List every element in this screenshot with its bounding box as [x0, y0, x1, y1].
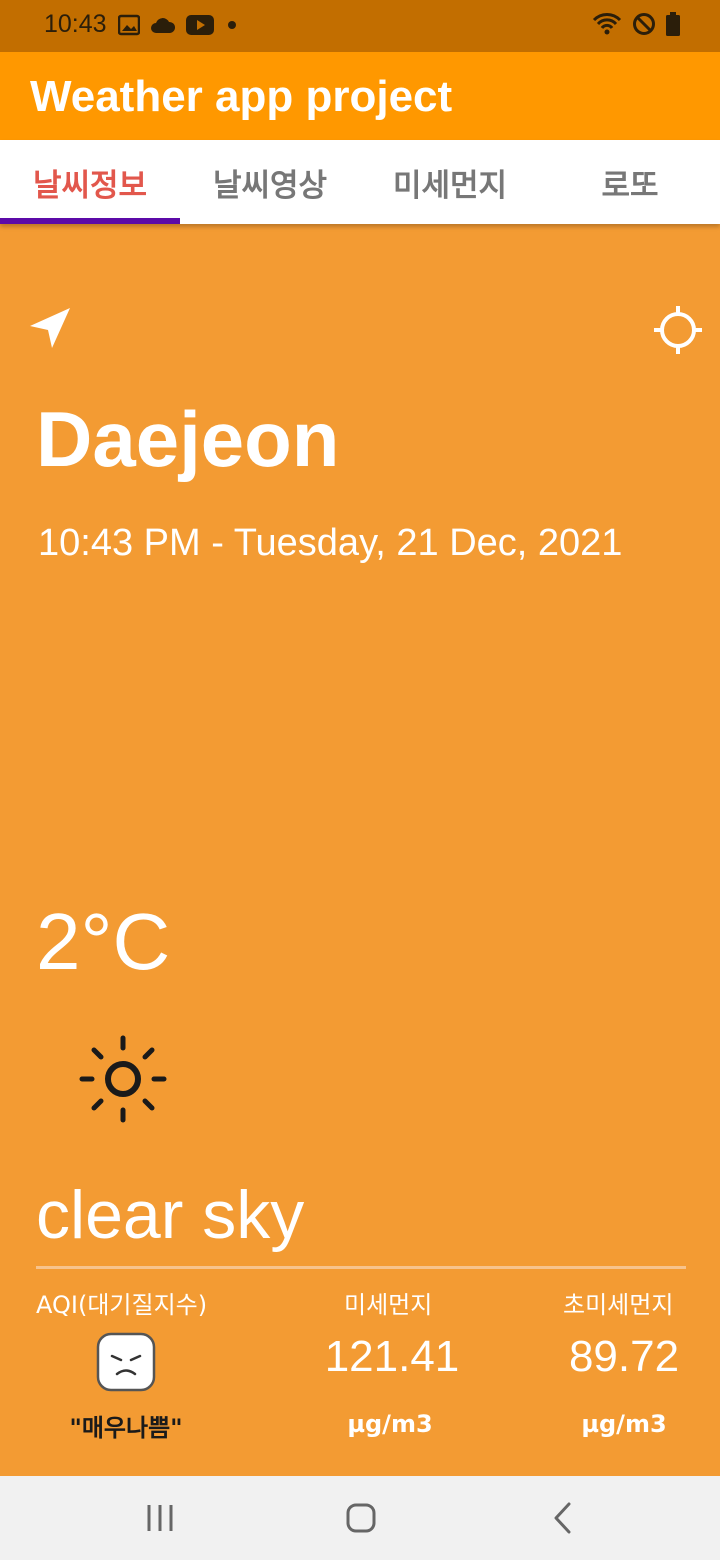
divider — [36, 1266, 686, 1269]
gps-crosshair-icon[interactable] — [652, 304, 704, 356]
tab-fine-dust[interactable]: 미세먼지 — [360, 140, 540, 224]
pm25-label: 초미세먼지 — [563, 1291, 674, 1319]
navigation-icon[interactable] — [28, 306, 72, 350]
tab-lotto[interactable]: 로또 — [540, 140, 720, 224]
do-not-disturb-icon — [633, 13, 655, 35]
youtube-icon — [186, 15, 214, 35]
tab-indicator — [0, 218, 180, 224]
image-icon — [118, 14, 140, 36]
system-nav-bar — [0, 1476, 720, 1560]
tab-bar: 날씨정보 날씨영상 미세먼지 로또 — [0, 140, 720, 224]
tab-weather-video[interactable]: 날씨영상 — [180, 140, 360, 224]
pm10-unit: µg/m3 — [347, 1410, 433, 1438]
app-title: Weather app project — [30, 72, 453, 121]
date-time: 10:43 PM - Tuesday, 21 Dec, 2021 — [38, 522, 623, 564]
wifi-icon — [592, 13, 622, 35]
recent-apps-icon[interactable] — [140, 1498, 180, 1538]
pm25-value: 89.72 — [568, 1332, 680, 1381]
angry-face-icon — [96, 1332, 156, 1392]
back-icon[interactable] — [543, 1498, 583, 1538]
weather-description: clear sky — [36, 1177, 305, 1253]
home-icon[interactable] — [341, 1498, 381, 1538]
city-name: Daejeon — [36, 395, 340, 483]
aqi-label: AQI(대기질지수) — [36, 1291, 208, 1319]
sun-icon — [79, 1035, 167, 1123]
temperature: 2°C — [36, 897, 171, 986]
status-bar: 10:43 — [0, 0, 720, 52]
app-bar: Weather app project — [0, 52, 720, 140]
pm10-label: 미세먼지 — [344, 1291, 433, 1319]
aqi-status: "매우나쁨" — [69, 1414, 183, 1442]
pm10-value: 121.41 — [324, 1332, 460, 1381]
battery-icon — [666, 12, 680, 36]
cloud-icon — [151, 18, 176, 33]
dot-icon — [228, 21, 236, 29]
tab-weather-info[interactable]: 날씨정보 — [0, 140, 180, 224]
pm25-unit: µg/m3 — [581, 1410, 667, 1438]
status-time: 10:43 — [44, 10, 107, 38]
